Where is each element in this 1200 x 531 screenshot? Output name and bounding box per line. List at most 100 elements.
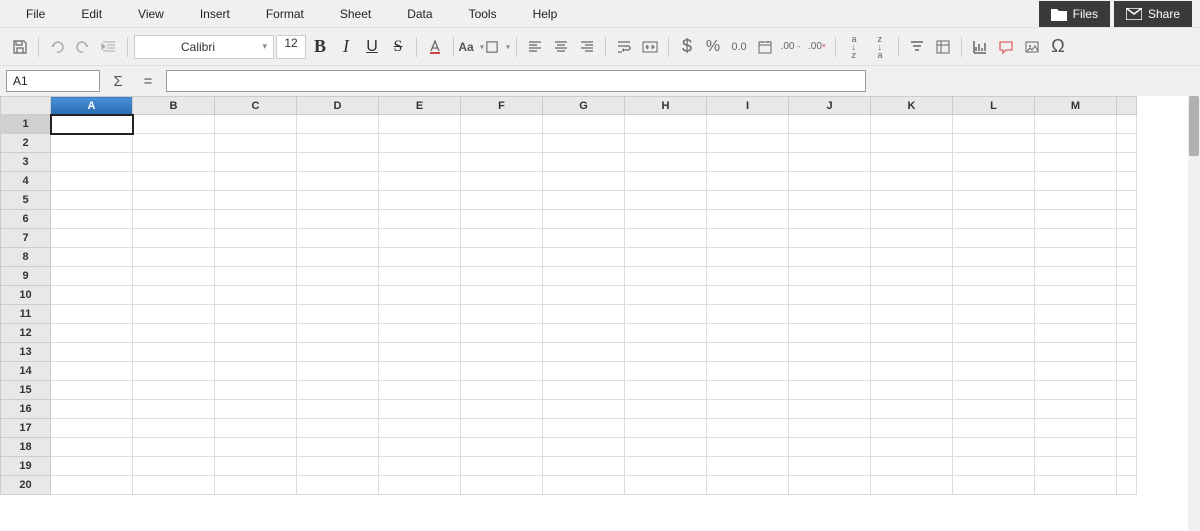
menu-view[interactable]: View (120, 3, 182, 25)
cell-B10[interactable] (133, 286, 215, 305)
cell-E17[interactable] (379, 419, 461, 438)
cell-E6[interactable] (379, 210, 461, 229)
cell-K9[interactable] (871, 267, 953, 286)
chart-button[interactable] (968, 35, 992, 59)
cell-L16[interactable] (953, 400, 1035, 419)
cell-C4[interactable] (215, 172, 297, 191)
cell-I20[interactable] (707, 476, 789, 495)
cell-H10[interactable] (625, 286, 707, 305)
cell-F6[interactable] (461, 210, 543, 229)
cell-partial-14[interactable] (1117, 362, 1137, 381)
cell-H18[interactable] (625, 438, 707, 457)
formula-input[interactable] (166, 70, 866, 92)
cell-B14[interactable] (133, 362, 215, 381)
cell-K12[interactable] (871, 324, 953, 343)
align-center-button[interactable] (549, 35, 573, 59)
cell-B3[interactable] (133, 153, 215, 172)
sort-desc-button[interactable]: z↓a (868, 35, 892, 59)
undo-button[interactable] (45, 35, 69, 59)
cell-D16[interactable] (297, 400, 379, 419)
cell-F4[interactable] (461, 172, 543, 191)
cell-M17[interactable] (1035, 419, 1117, 438)
cell-M16[interactable] (1035, 400, 1117, 419)
cell-K19[interactable] (871, 457, 953, 476)
cell-partial-5[interactable] (1117, 191, 1137, 210)
cell-G12[interactable] (543, 324, 625, 343)
equals-button[interactable]: = (136, 70, 160, 92)
column-header-I[interactable]: I (707, 97, 789, 115)
cell-A4[interactable] (51, 172, 133, 191)
cell-G10[interactable] (543, 286, 625, 305)
cell-J12[interactable] (789, 324, 871, 343)
cell-I14[interactable] (707, 362, 789, 381)
fill-color-button[interactable] (486, 35, 510, 59)
cell-L19[interactable] (953, 457, 1035, 476)
cell-B16[interactable] (133, 400, 215, 419)
cell-F8[interactable] (461, 248, 543, 267)
cell-L14[interactable] (953, 362, 1035, 381)
cell-L8[interactable] (953, 248, 1035, 267)
cell-K8[interactable] (871, 248, 953, 267)
menu-edit[interactable]: Edit (63, 3, 120, 25)
cell-H7[interactable] (625, 229, 707, 248)
cell-I12[interactable] (707, 324, 789, 343)
underline-button[interactable]: U (360, 35, 384, 59)
cell-F12[interactable] (461, 324, 543, 343)
cell-C20[interactable] (215, 476, 297, 495)
cell-M5[interactable] (1035, 191, 1117, 210)
cell-M10[interactable] (1035, 286, 1117, 305)
cell-I19[interactable] (707, 457, 789, 476)
cell-B9[interactable] (133, 267, 215, 286)
cell-I13[interactable] (707, 343, 789, 362)
cell-A2[interactable] (51, 134, 133, 153)
cell-H9[interactable] (625, 267, 707, 286)
row-header-1[interactable]: 1 (1, 115, 51, 134)
cell-K2[interactable] (871, 134, 953, 153)
cell-D14[interactable] (297, 362, 379, 381)
cell-H19[interactable] (625, 457, 707, 476)
vertical-scrollbar[interactable] (1188, 96, 1200, 531)
cell-H3[interactable] (625, 153, 707, 172)
row-header-7[interactable]: 7 (1, 229, 51, 248)
cell-D11[interactable] (297, 305, 379, 324)
cell-C16[interactable] (215, 400, 297, 419)
cell-J13[interactable] (789, 343, 871, 362)
cell-G14[interactable] (543, 362, 625, 381)
cell-A15[interactable] (51, 381, 133, 400)
cell-H14[interactable] (625, 362, 707, 381)
cell-C8[interactable] (215, 248, 297, 267)
row-header-10[interactable]: 10 (1, 286, 51, 305)
cell-B1[interactable] (133, 115, 215, 134)
row-header-8[interactable]: 8 (1, 248, 51, 267)
cell-D20[interactable] (297, 476, 379, 495)
cell-M15[interactable] (1035, 381, 1117, 400)
cell-D9[interactable] (297, 267, 379, 286)
save-button[interactable] (8, 35, 32, 59)
cell-F7[interactable] (461, 229, 543, 248)
cell-J14[interactable] (789, 362, 871, 381)
cell-A13[interactable] (51, 343, 133, 362)
cell-H11[interactable] (625, 305, 707, 324)
cell-L1[interactable] (953, 115, 1035, 134)
filter-button[interactable] (905, 35, 929, 59)
cell-M14[interactable] (1035, 362, 1117, 381)
cell-J9[interactable] (789, 267, 871, 286)
comment-button[interactable] (994, 35, 1018, 59)
cell-G9[interactable] (543, 267, 625, 286)
cell-A11[interactable] (51, 305, 133, 324)
row-header-20[interactable]: 20 (1, 476, 51, 495)
menu-insert[interactable]: Insert (182, 3, 248, 25)
cell-partial-11[interactable] (1117, 305, 1137, 324)
cell-I2[interactable] (707, 134, 789, 153)
cell-partial-8[interactable] (1117, 248, 1137, 267)
cell-H1[interactable] (625, 115, 707, 134)
cell-E12[interactable] (379, 324, 461, 343)
cell-D8[interactable] (297, 248, 379, 267)
cell-J15[interactable] (789, 381, 871, 400)
cell-L9[interactable] (953, 267, 1035, 286)
row-header-13[interactable]: 13 (1, 343, 51, 362)
cell-E11[interactable] (379, 305, 461, 324)
cell-A17[interactable] (51, 419, 133, 438)
column-header-A[interactable]: A (51, 97, 133, 115)
cell-partial-15[interactable] (1117, 381, 1137, 400)
